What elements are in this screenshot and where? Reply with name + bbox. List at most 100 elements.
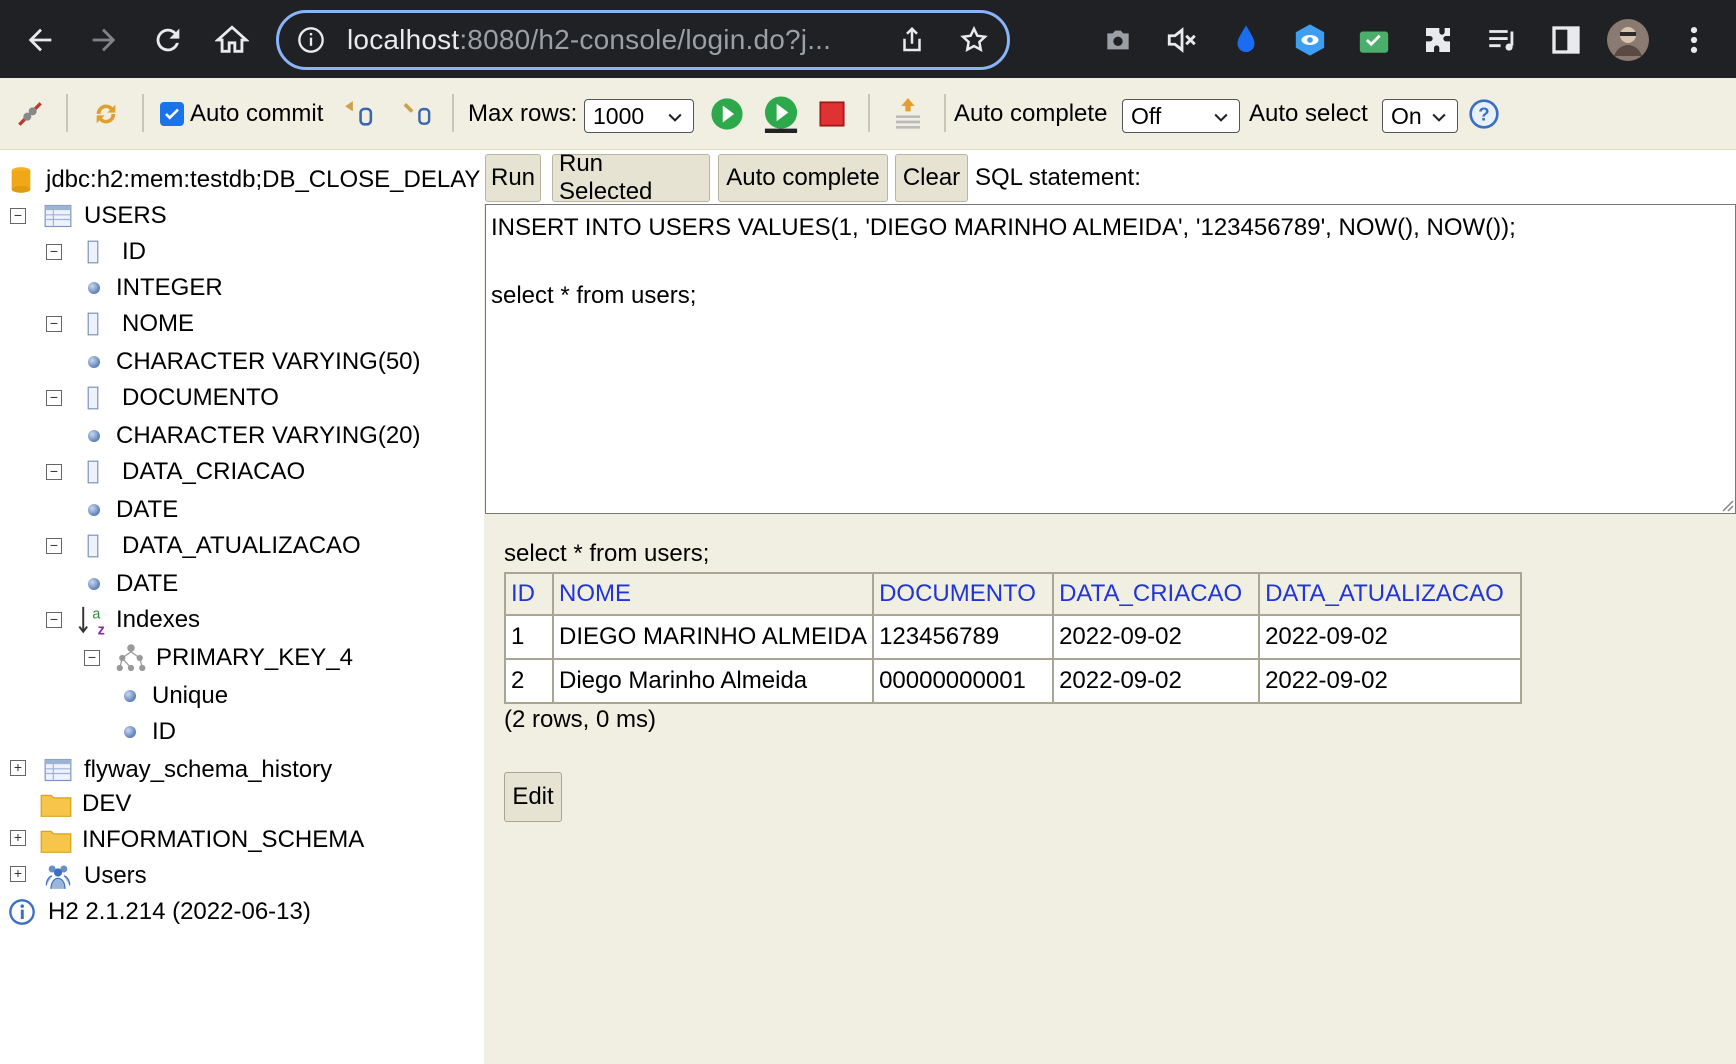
collapse-toggle[interactable]: − (46, 390, 62, 406)
run-button[interactable]: Run (485, 154, 541, 202)
table-cell: DIEGO MARINHO ALMEIDA (551, 614, 875, 660)
tree-index-primary-key[interactable]: PRIMARY_KEY_4 (116, 642, 353, 674)
type-dot-icon (88, 578, 100, 590)
auto-select-select[interactable]: On (1382, 99, 1458, 133)
eye-extension-icon[interactable] (1288, 18, 1332, 62)
tree-schema-information[interactable]: INFORMATION_SCHEMA (40, 824, 364, 856)
separator (452, 94, 454, 132)
history-icon[interactable] (892, 96, 924, 132)
extensions-puzzle-icon[interactable] (1416, 18, 1460, 62)
tree-column-nome[interactable]: NOME (86, 308, 194, 340)
stop-icon[interactable] (818, 96, 846, 132)
tree-column-type: INTEGER (88, 272, 223, 304)
tree-column-documento[interactable]: DOCUMENTO (86, 382, 279, 414)
menu-kebab-icon[interactable] (1672, 18, 1716, 62)
run-selected-button[interactable]: Run Selected (552, 150, 710, 205)
url-path: :8080/h2-console/login.do?j... (459, 24, 832, 55)
rollback-icon[interactable] (340, 96, 376, 132)
type-dot-icon (88, 356, 100, 368)
column-name: DATA_CRIACAO (122, 458, 306, 485)
media-queue-icon[interactable] (1480, 18, 1524, 62)
refresh-icon[interactable] (90, 96, 122, 132)
resize-handle-icon[interactable] (1718, 496, 1734, 512)
column-icon (87, 386, 99, 410)
column-name: DATA_ATUALIZACAO (122, 532, 361, 559)
url-text[interactable]: localhost:8080/h2-console/login.do?j... (347, 24, 831, 56)
type-dot-icon (88, 282, 100, 294)
edit-button[interactable]: Edit (504, 772, 562, 822)
tree-column-data-criacao[interactable]: DATA_CRIACAO (86, 456, 305, 488)
collapse-toggle[interactable]: − (46, 464, 62, 480)
collapse-toggle[interactable]: − (46, 612, 62, 628)
index-prop: Unique (152, 682, 229, 709)
column-header[interactable]: DATA_CRIACAO (1052, 572, 1261, 616)
type-dot-icon (88, 430, 100, 442)
clear-button[interactable]: Clear (895, 154, 968, 202)
help-icon[interactable]: ? (1468, 96, 1500, 132)
tree-column-type: CHARACTER VARYING(50) (88, 346, 421, 378)
tree-column-data-atualizacao[interactable]: DATA_ATUALIZACAO (86, 530, 361, 562)
tree-indexes[interactable]: az Indexes (78, 604, 200, 636)
auto-commit-toggle[interactable]: Auto commit (160, 96, 323, 132)
run-selected-icon[interactable] (762, 96, 800, 133)
table-cell: Diego Marinho Almeida (551, 658, 875, 704)
info-icon[interactable] (297, 26, 325, 59)
collapse-toggle[interactable]: − (46, 316, 62, 332)
table-icon (44, 204, 72, 228)
forward-icon[interactable] (78, 14, 130, 66)
table-cell: 2022-09-02 (1258, 614, 1523, 660)
column-header[interactable]: ID (504, 572, 554, 616)
expand-toggle[interactable]: + (10, 760, 26, 776)
column-header[interactable]: NOME (551, 572, 875, 616)
column-header[interactable]: DATA_ATUALIZACAO (1258, 572, 1523, 616)
back-icon[interactable] (14, 14, 66, 66)
separator (142, 94, 144, 132)
tree-table-users[interactable]: USERS (44, 200, 167, 232)
table-icon (44, 758, 72, 782)
column-type: CHARACTER VARYING(20) (116, 422, 421, 449)
h2-toolbar: Auto commit Max rows: 1000 Auto complete… (0, 78, 1736, 150)
mail-extension-icon[interactable] (1352, 18, 1396, 62)
collapse-toggle[interactable]: − (46, 244, 62, 260)
column-header[interactable]: DOCUMENTO (872, 572, 1055, 616)
profile-avatar[interactable] (1606, 18, 1650, 62)
result-stats: (2 rows, 0 ms) (504, 706, 657, 733)
commit-icon[interactable] (400, 96, 434, 132)
tree-index-prop: ID (124, 716, 176, 748)
expand-toggle[interactable]: + (10, 830, 26, 846)
collapse-toggle[interactable]: − (84, 650, 100, 666)
camera-icon[interactable] (1096, 18, 1140, 62)
address-bar[interactable]: localhost:8080/h2-console/login.do?j... (276, 10, 1010, 70)
tree-connection[interactable]: jdbc:h2:mem:testdb;DB_CLOSE_DELAY (10, 164, 480, 196)
collapse-toggle[interactable]: − (46, 538, 62, 554)
auto-complete-select[interactable]: Off (1122, 99, 1240, 133)
sql-editor[interactable]: INSERT INTO USERS VALUES(1, 'DIEGO MARIN… (485, 204, 1736, 514)
tree-users[interactable]: Users (44, 860, 147, 892)
connection-label: jdbc:h2:mem:testdb;DB_CLOSE_DELAY (46, 166, 481, 193)
auto-complete-button[interactable]: Auto complete (718, 154, 888, 202)
table-row: 2 Diego Marinho Almeida 00000000001 2022… (504, 658, 1523, 704)
table-cell: 1 (504, 614, 554, 660)
home-icon[interactable] (206, 14, 258, 66)
reload-icon[interactable] (142, 14, 194, 66)
column-type: INTEGER (116, 274, 223, 301)
drop-extension-icon[interactable] (1224, 18, 1268, 62)
schema-tree: jdbc:h2:mem:testdb;DB_CLOSE_DELAY − USER… (0, 150, 484, 1064)
disconnect-icon[interactable] (14, 96, 46, 132)
max-rows-select[interactable]: 1000 (584, 99, 694, 133)
tree-table-flyway[interactable]: flyway_schema_history (44, 754, 332, 786)
share-icon[interactable] (897, 25, 927, 60)
index-name: PRIMARY_KEY_4 (156, 644, 353, 671)
expand-toggle[interactable]: + (10, 866, 26, 882)
folder-icon (40, 794, 72, 817)
tree-column-type: DATE (88, 494, 178, 526)
tree-column-id[interactable]: ID (86, 236, 146, 268)
tree-schema-dev[interactable]: DEV (40, 788, 131, 820)
auto-commit-checkbox[interactable] (160, 102, 184, 126)
mute-icon[interactable] (1160, 18, 1204, 62)
chevron-down-icon (1432, 113, 1446, 122)
bookmark-star-icon[interactable] (959, 25, 989, 60)
run-icon[interactable] (710, 96, 744, 132)
collapse-toggle[interactable]: − (10, 208, 26, 224)
side-panel-icon[interactable] (1544, 18, 1588, 62)
